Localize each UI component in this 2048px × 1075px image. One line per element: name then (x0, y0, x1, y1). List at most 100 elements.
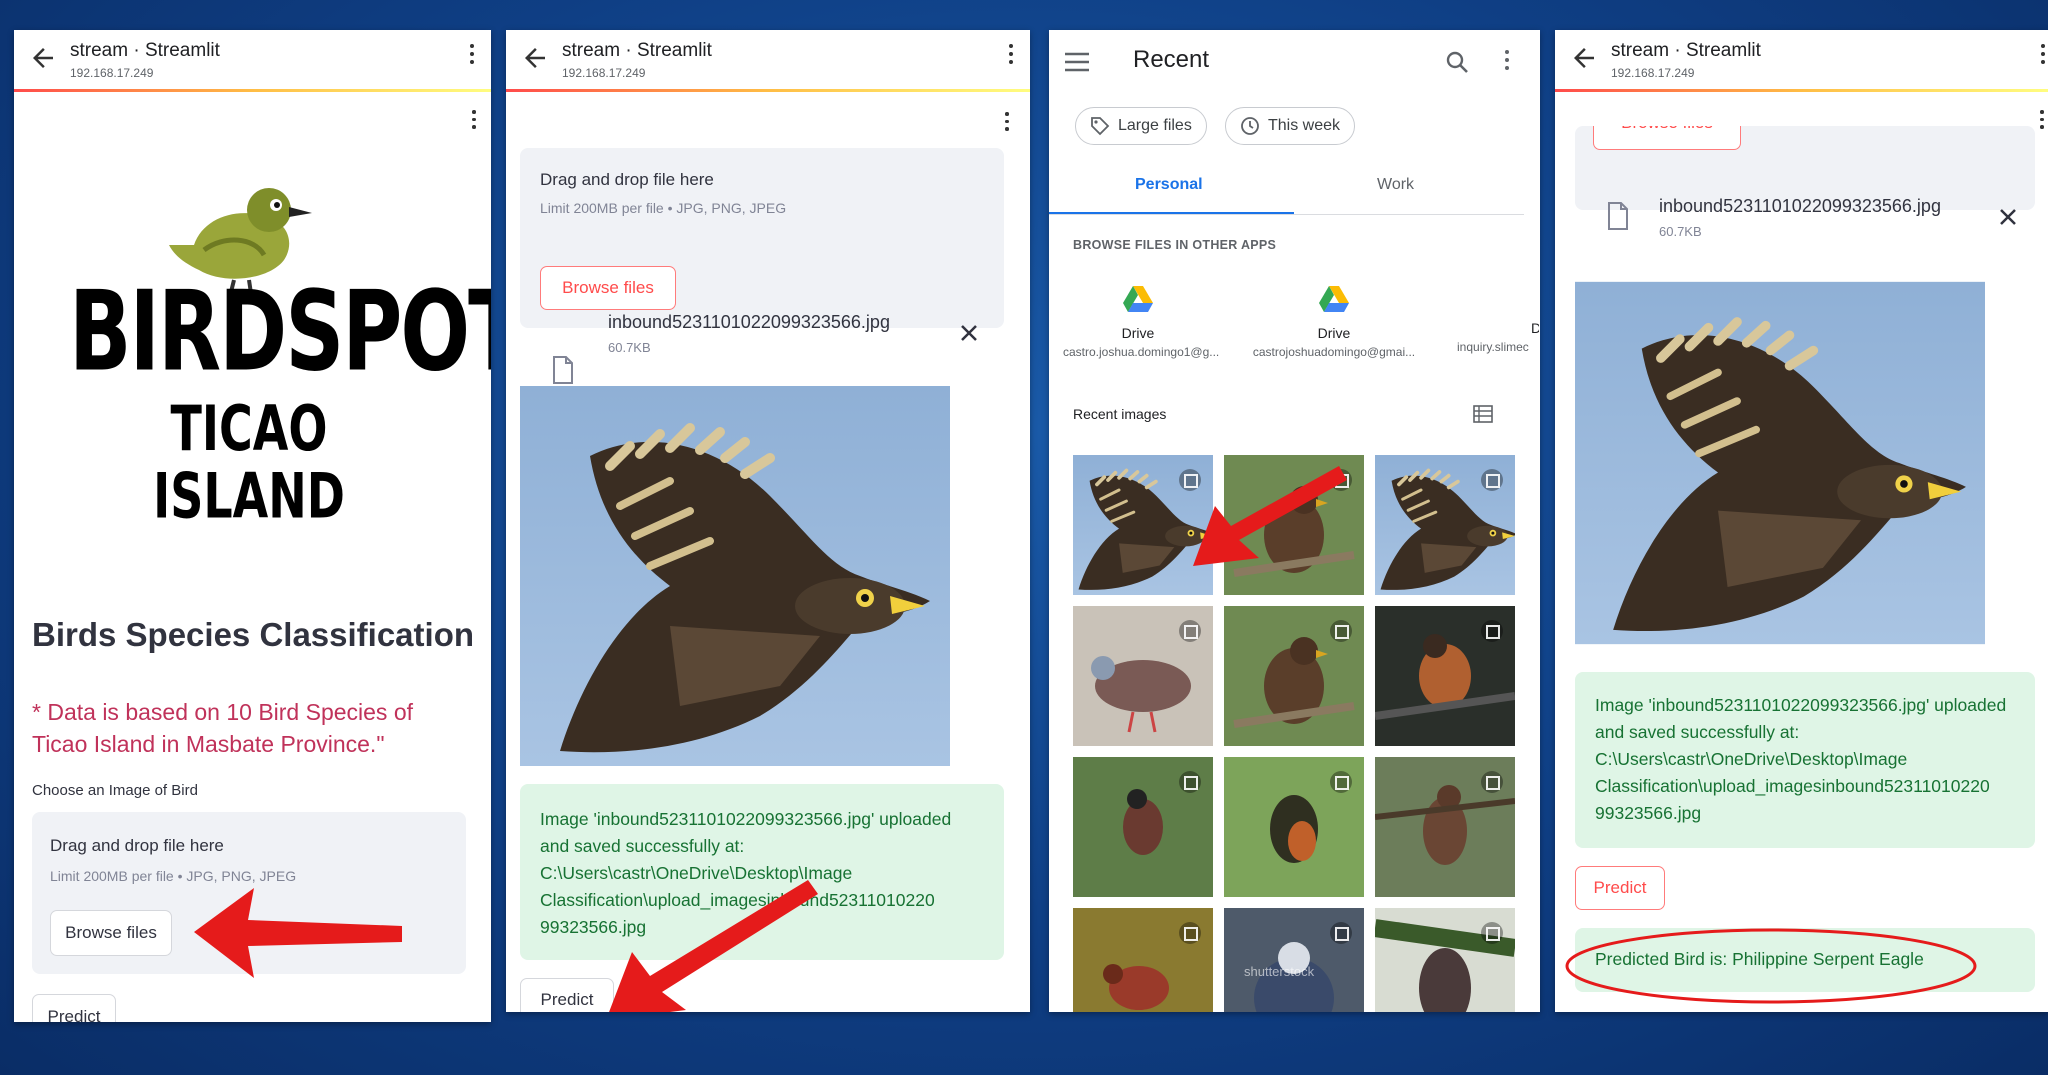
logo-subtitle: TICAO ISLAND (153, 391, 345, 533)
app-name: D (1531, 320, 1539, 336)
picker-app-bar: Recent (1049, 30, 1540, 94)
browser-menu-icon[interactable] (467, 44, 477, 72)
browser-url: 192.168.17.249 (1611, 66, 1695, 80)
remove-file-icon[interactable] (1999, 208, 2017, 226)
predict-button[interactable]: Predict (520, 978, 614, 1012)
back-arrow-icon[interactable] (520, 43, 550, 73)
browse-files-button[interactable]: Browse files (1593, 126, 1741, 150)
back-arrow-icon[interactable] (28, 43, 58, 73)
browser-title: stream · Streamlit (70, 40, 220, 61)
browser-menu-icon[interactable] (2038, 44, 2048, 72)
search-icon[interactable] (1445, 50, 1469, 74)
app-name: Drive (1317, 325, 1351, 341)
phone-screen-home: stream · Streamlit 192.168.17.249 BIRDSP… (14, 30, 491, 1022)
chip-large-files[interactable]: Large files (1075, 107, 1207, 145)
predict-button[interactable]: Predict (32, 994, 116, 1022)
image-thumbnail[interactable] (1375, 455, 1515, 595)
streamlit-menu-icon[interactable] (469, 110, 479, 130)
chip-this-week[interactable]: This week (1225, 107, 1356, 145)
browser-menu-icon[interactable] (1006, 44, 1016, 72)
image-thumbnail[interactable]: shutterstock (1224, 908, 1364, 1012)
browser-header: stream · Streamlit 192.168.17.249 (1555, 30, 2048, 92)
expand-icon[interactable] (1179, 469, 1201, 491)
remove-file-icon[interactable] (960, 324, 978, 342)
image-thumbnail[interactable] (1224, 606, 1364, 746)
upload-success-message: Image 'inbound5231101022099323566.jpg' u… (1575, 672, 2035, 848)
expand-icon[interactable] (1330, 771, 1352, 793)
tab-divider (1049, 214, 1524, 215)
app-drive-1[interactable]: Drive castro.joshua.domingo1@g... (1063, 286, 1220, 359)
image-thumbnail[interactable] (1073, 606, 1213, 746)
streamlit-menu-icon[interactable] (2037, 110, 2047, 130)
expand-icon[interactable] (1179, 771, 1201, 793)
browser-url: 192.168.17.249 (70, 66, 154, 80)
recent-images-label: Recent images (1073, 406, 1167, 422)
browser-url: 192.168.17.249 (562, 66, 646, 80)
expand-icon[interactable] (1179, 620, 1201, 642)
app-name: Drive (1121, 325, 1155, 341)
expand-icon[interactable] (1179, 922, 1201, 944)
dropzone-limit: Limit 200MB per file • JPG, PNG, JPEG (540, 200, 787, 216)
phone-screen-prediction: stream · Streamlit 192.168.17.249 Browse… (1555, 30, 2048, 1012)
back-arrow-icon[interactable] (1569, 43, 1599, 73)
prediction-result: Predicted Bird is: Philippine Serpent Ea… (1575, 928, 2035, 992)
prediction-text: Predicted Bird is: Philippine Serpent Ea… (1595, 949, 1924, 969)
uploaded-eagle-image (520, 386, 950, 766)
browse-files-button[interactable]: Browse files (540, 266, 676, 310)
app-drive-3[interactable]: D inquiry.slimec (1457, 320, 1539, 354)
image-thumbnail[interactable] (1375, 908, 1515, 1012)
browse-files-button[interactable]: Browse files (50, 910, 172, 956)
app-account: castrojoshuadomingo@gmai... (1252, 345, 1416, 359)
tab-work[interactable]: Work (1377, 176, 1414, 194)
overflow-menu-icon[interactable] (1505, 50, 1509, 70)
expand-icon[interactable] (1330, 922, 1352, 944)
image-thumbnail[interactable] (1375, 757, 1515, 897)
predict-button[interactable]: Predict (1575, 866, 1665, 910)
dropzone-title: Drag and drop file here (540, 170, 714, 189)
chip-label: This week (1268, 117, 1341, 134)
browser-title: stream · Streamlit (562, 40, 712, 61)
uploader-label: Choose an Image of Bird (32, 782, 198, 799)
file-icon (553, 356, 573, 384)
menu-icon[interactable] (1065, 52, 1089, 72)
data-note: * Data is based on 10 Bird Species of Ti… (32, 699, 414, 757)
browser-title: stream · Streamlit (1611, 40, 1761, 61)
upload-success-message: Image 'inbound5231101022099323566.jpg' u… (520, 784, 1004, 960)
image-thumbnail[interactable] (1224, 757, 1364, 897)
expand-icon[interactable] (1481, 922, 1503, 944)
image-thumbnail[interactable] (1073, 908, 1213, 1012)
image-thumbnail[interactable] (1375, 606, 1515, 746)
logo-title: BIRDSPOT (69, 268, 491, 397)
list-view-icon[interactable] (1473, 405, 1493, 423)
app-account: inquiry.slimec (1457, 340, 1529, 354)
app-drive-2[interactable]: Drive castrojoshuadomingo@gmai... (1249, 286, 1419, 359)
expand-icon[interactable] (1481, 620, 1503, 642)
uploaded-eagle-image (1575, 272, 1985, 654)
file-size: 60.7KB (1659, 224, 1702, 239)
streamlit-menu-icon[interactable] (1002, 112, 1012, 132)
expand-icon[interactable] (1330, 469, 1352, 491)
chip-label: Large files (1118, 117, 1192, 134)
phone-screen-uploaded: stream · Streamlit 192.168.17.249 Drag a… (506, 30, 1030, 1012)
picker-title: Recent (1133, 46, 1210, 73)
file-dropzone[interactable]: Drag and drop file here Limit 200MB per … (520, 148, 1004, 328)
file-size: 60.7KB (608, 340, 651, 355)
expand-icon[interactable] (1481, 469, 1503, 491)
drive-icon (1319, 286, 1349, 312)
tag-icon (1091, 117, 1110, 136)
expand-icon[interactable] (1481, 771, 1503, 793)
tab-personal[interactable]: Personal (1135, 176, 1203, 194)
watermark-text: shutterstock (1244, 964, 1315, 979)
app-account: castro.joshua.domingo1@g... (1063, 345, 1220, 359)
dropzone-title: Drag and drop file here (50, 836, 224, 855)
browser-header: stream · Streamlit 192.168.17.249 (506, 30, 1030, 92)
file-icon (1608, 202, 1628, 230)
expand-icon[interactable] (1330, 620, 1352, 642)
dropzone-limit: Limit 200MB per file • JPG, PNG, JPEG (50, 868, 297, 884)
browser-header: stream · Streamlit 192.168.17.249 (14, 30, 491, 92)
file-name: inbound5231101022099323566.jpg (608, 312, 890, 332)
file-dropzone[interactable]: Drag and drop file here Limit 200MB per … (32, 812, 466, 974)
image-thumbnail[interactable] (1073, 455, 1213, 595)
image-thumbnail[interactable] (1224, 455, 1364, 595)
image-thumbnail[interactable] (1073, 757, 1213, 897)
